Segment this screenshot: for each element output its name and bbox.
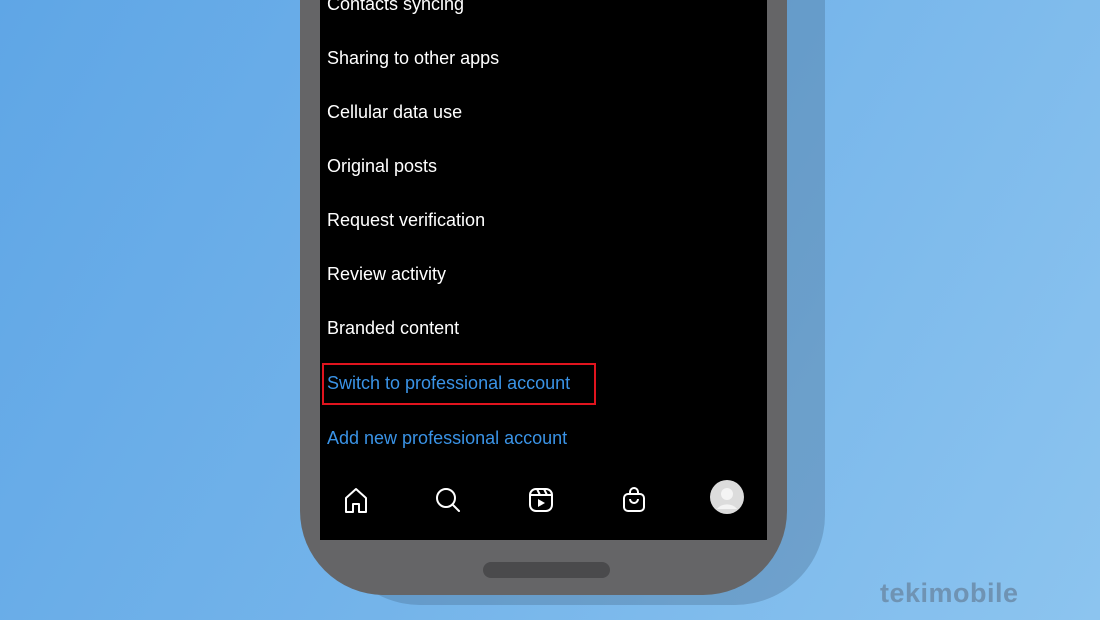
search-icon[interactable] (434, 486, 462, 514)
reels-icon[interactable] (527, 486, 555, 514)
settings-item-sharing[interactable]: Sharing to other apps (327, 48, 499, 69)
add-professional-account-link[interactable]: Add new professional account (327, 428, 567, 449)
settings-item-original-posts[interactable]: Original posts (327, 156, 437, 177)
settings-screen: Contacts syncing Sharing to other apps C… (320, 0, 767, 540)
settings-item-branded-content[interactable]: Branded content (327, 318, 459, 339)
switch-to-professional-link[interactable]: Switch to professional account (327, 373, 570, 394)
watermark-logo: tekimobile (880, 578, 1019, 608)
settings-item-cellular-data[interactable]: Cellular data use (327, 102, 462, 123)
settings-item-review-activity[interactable]: Review activity (327, 264, 446, 285)
home-indicator (483, 562, 610, 578)
settings-item-contacts-syncing[interactable]: Contacts syncing (327, 0, 464, 15)
bottom-nav (320, 480, 767, 526)
profile-avatar[interactable] (710, 480, 744, 514)
shop-icon[interactable] (620, 486, 648, 514)
home-icon[interactable] (342, 486, 370, 514)
settings-item-request-verification[interactable]: Request verification (327, 210, 485, 231)
